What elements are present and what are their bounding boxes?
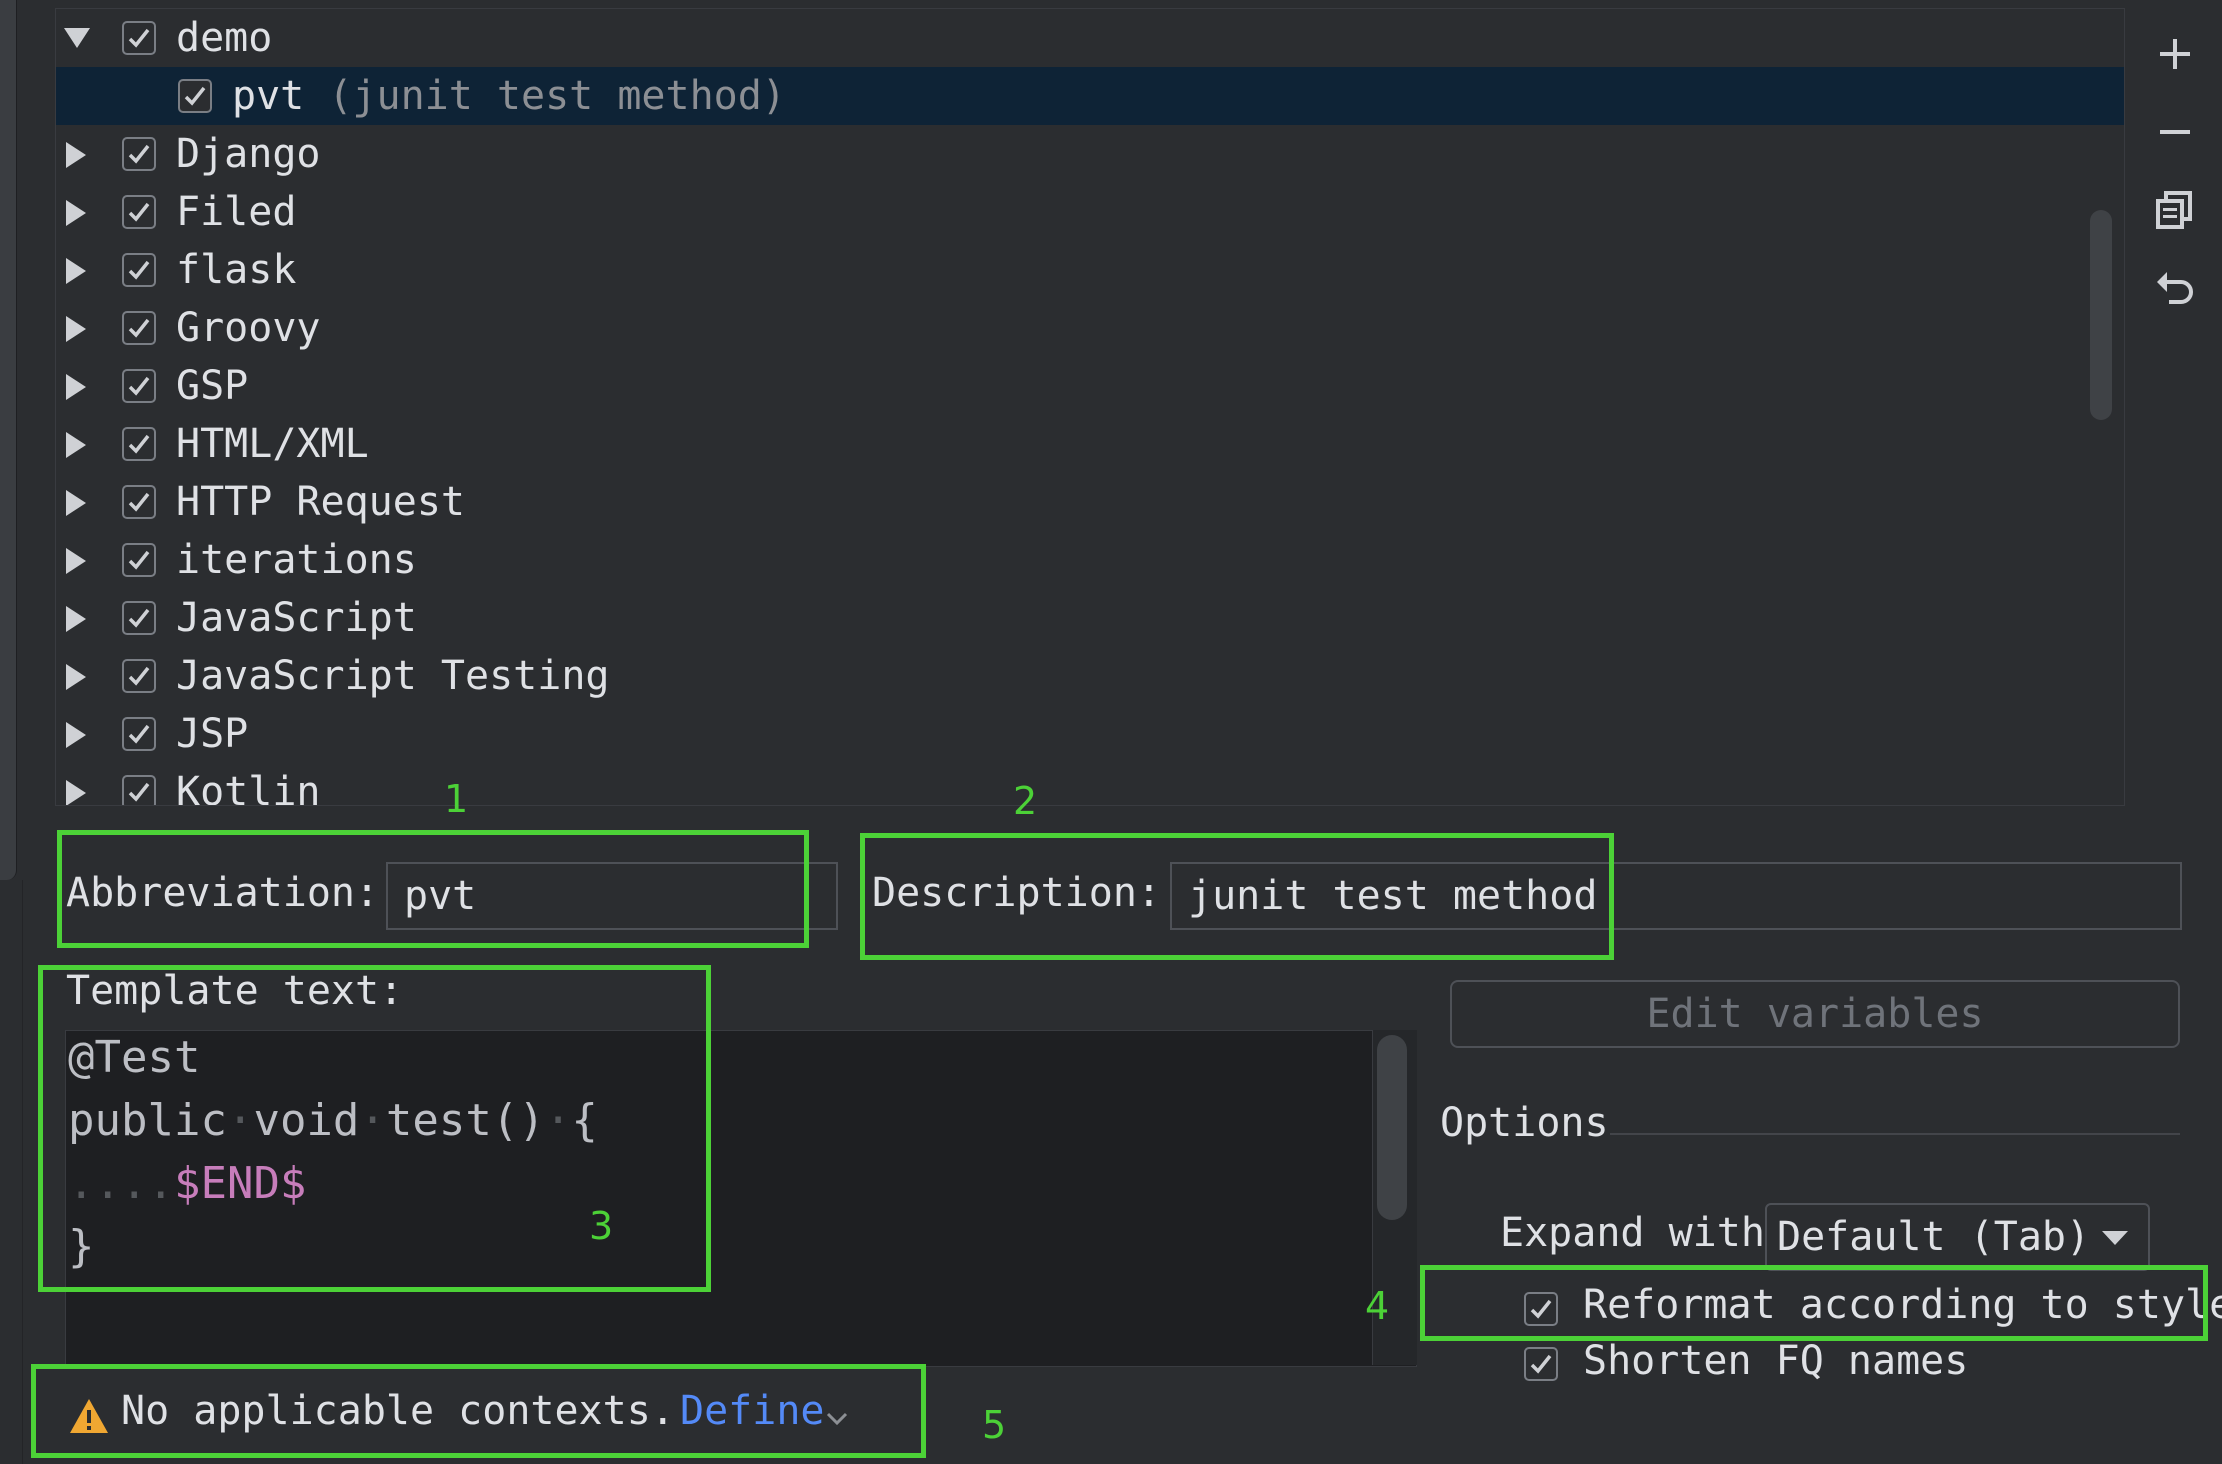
check-icon <box>128 608 150 628</box>
expand-right-icon[interactable] <box>64 664 88 690</box>
check-icon <box>128 724 150 744</box>
tree-checkbox[interactable] <box>122 659 156 693</box>
expand-right-icon[interactable] <box>64 200 88 226</box>
annotation-number-1: 1 <box>444 777 469 821</box>
check-icon <box>128 492 150 512</box>
expand-right-icon[interactable] <box>64 374 88 400</box>
tree-checkbox[interactable] <box>178 79 212 113</box>
tree-item-label: JSP <box>176 711 249 757</box>
check-icon <box>128 782 150 802</box>
expand-down-icon[interactable] <box>64 26 90 50</box>
annotation-number-5: 5 <box>982 1403 1007 1447</box>
tree-item-label: demo <box>176 15 273 61</box>
options-divider <box>1610 1133 2180 1135</box>
tree-group-row[interactable]: HTML/XML <box>56 415 2124 473</box>
tree-checkbox[interactable] <box>122 543 156 577</box>
annotation-box-1 <box>57 830 809 948</box>
check-icon <box>128 144 150 164</box>
tree-group-row[interactable]: Django <box>56 125 2124 183</box>
annotation-number-4: 4 <box>1365 1284 1390 1328</box>
undo-icon[interactable] <box>2147 260 2203 316</box>
tree-item-label: JavaScript <box>176 595 417 641</box>
tree-checkbox[interactable] <box>122 485 156 519</box>
left-panel-edge <box>0 0 17 880</box>
tree-item-description: (junit test method) <box>304 73 786 119</box>
tree-group-row[interactable]: demo <box>56 9 2124 67</box>
templates-toolbar <box>2124 8 2222 804</box>
tree-group-row[interactable]: Kotlin <box>56 763 2124 806</box>
annotation-number-3: 3 <box>589 1204 614 1248</box>
tree-checkbox[interactable] <box>122 775 156 805</box>
tree-checkbox[interactable] <box>122 311 156 345</box>
tree-scrollbar[interactable] <box>2090 210 2112 420</box>
expand-right-icon[interactable] <box>64 258 88 284</box>
expand-with-select[interactable]: Default (Tab) <box>1765 1203 2150 1271</box>
tree-item-label: HTML/XML <box>176 421 369 467</box>
check-icon <box>128 260 150 280</box>
expand-right-icon[interactable] <box>64 780 88 805</box>
tree-item-label: GSP <box>176 363 249 409</box>
expand-right-icon[interactable] <box>64 316 88 342</box>
check-icon <box>128 376 150 396</box>
live-templates-tree: demo pvt (junit test method) Django Filed fl… <box>55 8 2125 806</box>
expand-with-label: Expand with <box>1500 1210 1765 1256</box>
annotation-box-4 <box>1420 1265 2208 1341</box>
tree-item-label: pvt (junit test method) <box>232 73 786 119</box>
tree-checkbox[interactable] <box>122 717 156 751</box>
tree-group-row[interactable]: HTTP Request <box>56 473 2124 531</box>
tree-item-label: Filed <box>176 189 297 235</box>
annotation-box-5 <box>31 1364 926 1458</box>
tree-group-row[interactable]: Groovy <box>56 299 2124 357</box>
tree-item-label: Django <box>176 131 321 177</box>
annotation-number-2: 2 <box>1013 779 1038 823</box>
check-icon <box>128 28 150 48</box>
expand-right-icon[interactable] <box>64 548 88 574</box>
tree-checkbox[interactable] <box>122 601 156 635</box>
shorten-fq-label: Shorten FQ names <box>1583 1338 1969 1384</box>
tree-item-label: HTTP Request <box>176 479 465 525</box>
check-icon <box>128 666 150 686</box>
tree-template-row[interactable]: pvt (junit test method) <box>56 67 2124 125</box>
annotation-box-2 <box>860 833 1614 960</box>
shorten-fq-checkbox[interactable] <box>1524 1347 1558 1381</box>
tree-checkbox[interactable] <box>122 427 156 461</box>
expand-right-icon[interactable] <box>64 606 88 632</box>
tree-item-label: iterations <box>176 537 417 583</box>
tree-group-row[interactable]: JavaScript <box>56 589 2124 647</box>
plus-icon[interactable] <box>2147 26 2203 82</box>
check-icon <box>184 86 206 106</box>
expand-right-icon[interactable] <box>64 490 88 516</box>
minus-icon[interactable] <box>2147 104 2203 160</box>
check-icon <box>128 550 150 570</box>
tree-group-row[interactable]: JSP <box>56 705 2124 763</box>
tree-checkbox[interactable] <box>122 369 156 403</box>
copy-icon[interactable] <box>2147 182 2203 238</box>
expand-right-icon[interactable] <box>64 142 88 168</box>
tree-item-label: Kotlin <box>176 769 321 806</box>
tree-group-row[interactable]: GSP <box>56 357 2124 415</box>
tree-checkbox[interactable] <box>122 253 156 287</box>
tree-checkbox[interactable] <box>122 21 156 55</box>
check-icon <box>128 318 150 338</box>
tree-item-label: Groovy <box>176 305 321 351</box>
options-title: Options <box>1440 1100 1609 1146</box>
expand-right-icon[interactable] <box>64 722 88 748</box>
chevron-down-icon <box>2102 1231 2128 1245</box>
tree-group-row[interactable]: JavaScript Testing <box>56 647 2124 705</box>
tree-group-row[interactable]: flask <box>56 241 2124 299</box>
expand-right-icon[interactable] <box>64 432 88 458</box>
left-panel-edge-lower <box>0 880 23 1464</box>
check-icon <box>128 202 150 222</box>
edit-variables-button[interactable]: Edit variables <box>1450 980 2180 1048</box>
tree-item-label: JavaScript Testing <box>176 653 610 699</box>
tree-group-row[interactable]: Filed <box>56 183 2124 241</box>
tree-item-label: flask <box>176 247 297 293</box>
tree-checkbox[interactable] <box>122 195 156 229</box>
expand-with-value: Default (Tab) <box>1777 1214 2091 1260</box>
tree-checkbox[interactable] <box>122 137 156 171</box>
editor-scrollbar[interactable] <box>1377 1035 1407 1220</box>
check-icon <box>1530 1354 1552 1374</box>
tree-group-row[interactable]: iterations <box>56 531 2124 589</box>
check-icon <box>128 434 150 454</box>
